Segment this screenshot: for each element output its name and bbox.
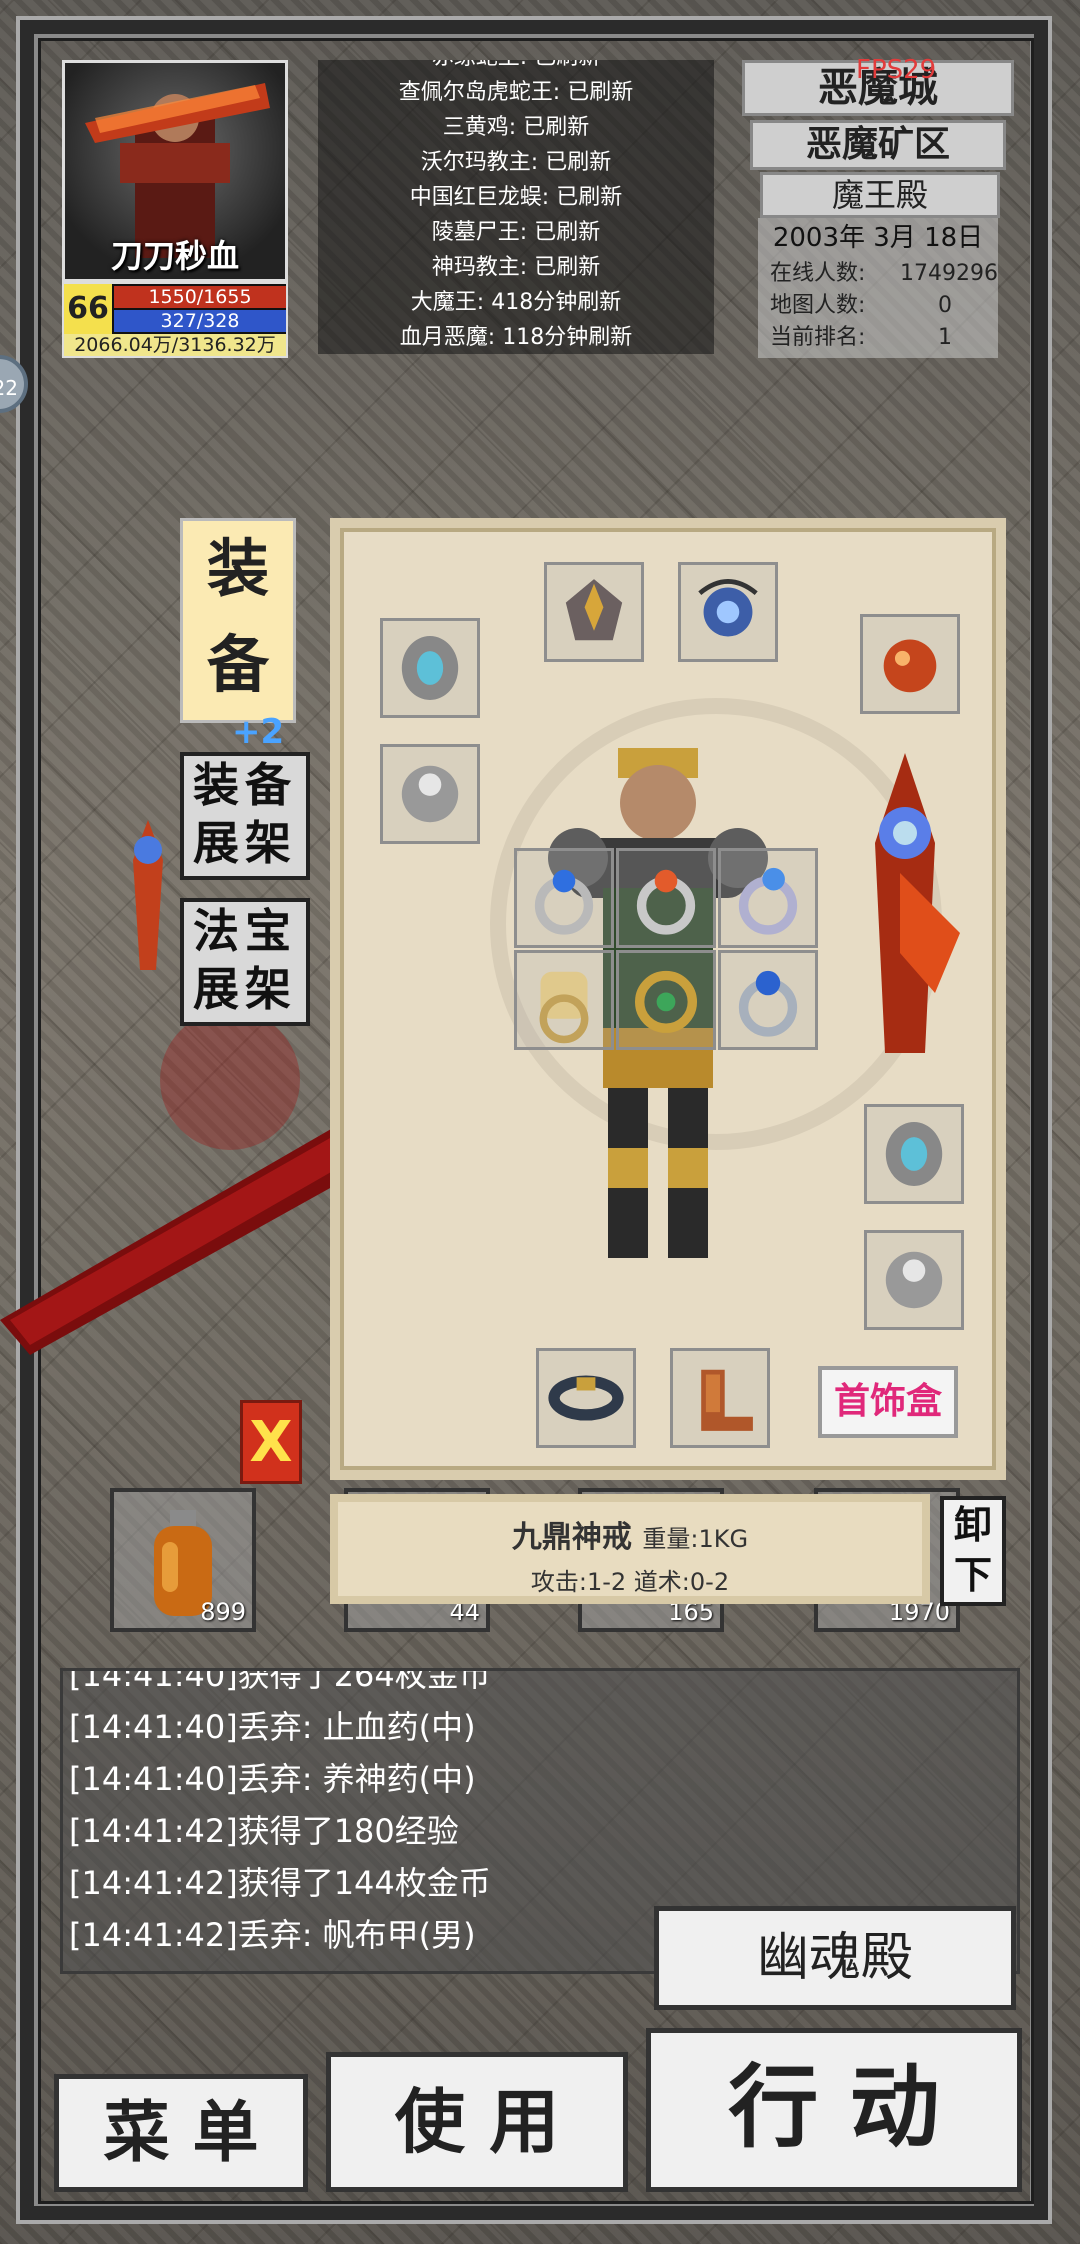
- ring-icon: [634, 970, 698, 1033]
- ring-slot-6[interactable]: [718, 950, 818, 1050]
- log-line: [14:41:40]丢弃: 止血药(中): [69, 1708, 476, 1746]
- necklace-icon: [698, 579, 758, 637]
- rank-value: 1: [938, 325, 952, 350]
- quick-slot-count: 899: [200, 1598, 246, 1626]
- belt-slot[interactable]: [536, 1348, 636, 1448]
- log-line: [14:41:40]丢弃: 养神药(中): [69, 1760, 476, 1798]
- glove-icon: [885, 1122, 943, 1186]
- ring-slot-4[interactable]: [514, 950, 614, 1050]
- boss-item: 查佩尔岛虎蛇王: 已刷新: [398, 80, 634, 105]
- equipment-panel: 首饰盒: [330, 518, 1006, 1480]
- player-name: 刀刀秒血: [110, 237, 239, 275]
- rank-label: 当前排名:: [770, 325, 866, 350]
- quick-slot-1[interactable]: 899: [110, 1488, 256, 1632]
- action-button[interactable]: 行 动: [646, 2028, 1022, 2192]
- player-level: 66: [64, 284, 112, 334]
- boss-item: 大魔王: 418分钟刷新: [410, 290, 622, 315]
- tab-equipment-char: 装: [206, 532, 269, 605]
- boss-item: 三黄鸡: 已刷新: [442, 115, 590, 140]
- hp-bar: 1550/1655: [114, 286, 286, 308]
- treasure-rack-label: 展架: [193, 962, 297, 1016]
- boss-item: 赤练蛇王: 已刷新: [318, 60, 714, 75]
- ring-icon: [534, 869, 594, 935]
- log-line: [14:41:40]获得了264枚金币: [69, 1668, 491, 1694]
- log-line: [14:41:42]获得了144枚金币: [69, 1864, 491, 1902]
- item-info-panel: 九鼎神戒 重量:1KG 攻击:1-2 道术:0-2: [330, 1494, 930, 1604]
- location-area[interactable]: 恶魔矿区: [750, 120, 1006, 170]
- glove-right-slot[interactable]: [864, 1230, 964, 1330]
- belt-icon: [548, 1375, 624, 1421]
- menu-button[interactable]: 菜 单: [54, 2074, 308, 2192]
- item-stats: 攻击:1-2 道术:0-2: [530, 1568, 730, 1596]
- map-players-label: 地图人数:: [770, 293, 866, 318]
- ring-icon: [636, 869, 696, 935]
- game-date: 2003年 3月 18日: [772, 223, 984, 253]
- ring-icon: [738, 970, 798, 1037]
- equip-rack-label: 装备: [193, 758, 297, 812]
- equip-rack-button[interactable]: 装备 展架: [180, 752, 310, 880]
- left-weapon-icon: [133, 820, 163, 970]
- unequip-label: 卸: [953, 1503, 992, 1547]
- close-button[interactable]: X: [240, 1400, 302, 1484]
- enhance-badge: +2: [232, 712, 285, 752]
- bracelet-icon: [401, 636, 459, 700]
- ring-slot-5[interactable]: [616, 950, 716, 1050]
- tab-equipment[interactable]: 装 备: [180, 518, 296, 723]
- online-value: 1749296: [900, 261, 998, 286]
- boss-item: 血月恶魔: 118分钟刷新: [399, 325, 633, 350]
- bracelet-icon: [401, 765, 459, 823]
- exp-bar: 2066.04万/3136.32万: [64, 334, 286, 356]
- use-button[interactable]: 使 用: [326, 2052, 628, 2192]
- location-map[interactable]: 魔王殿: [760, 172, 1000, 218]
- ring-slot-1[interactable]: [514, 848, 614, 948]
- unequip-button[interactable]: 卸 下: [940, 1496, 1006, 1606]
- treasure-rack-label: 法宝: [193, 904, 297, 958]
- player-portrait[interactable]: 刀刀秒血: [62, 60, 288, 282]
- item-name: 九鼎神戒: [511, 1520, 632, 1555]
- fps-counter: FPS29: [856, 55, 937, 85]
- helmet-slot[interactable]: [544, 562, 644, 662]
- boss-item: 陵墓尸王: 已刷新: [431, 220, 601, 245]
- online-label: 在线人数:: [770, 261, 866, 286]
- bracelet-left-slot[interactable]: [380, 618, 480, 718]
- boots-icon: [701, 1369, 753, 1431]
- boss-item: 沃尔玛教主: 已刷新: [420, 150, 612, 175]
- boss-refresh-list[interactable]: 赤练蛇王: 已刷新 查佩尔岛虎蛇王: 已刷新 三黄鸡: 已刷新 沃尔玛教主: 已…: [318, 60, 714, 354]
- player-stats: 66 1550/1655 327/328 2066.04万/3136.32万: [62, 282, 288, 358]
- log-line: [14:41:42]获得了180经验: [69, 1812, 459, 1850]
- medal-slot[interactable]: [860, 614, 960, 714]
- ring-icon: [738, 867, 798, 935]
- boots-slot[interactable]: [670, 1348, 770, 1448]
- glove-left-slot[interactable]: [864, 1104, 964, 1204]
- boss-item: 神玛教主: 已刷新: [431, 255, 601, 280]
- glove-icon: [885, 1251, 943, 1309]
- server-info: 2003年 3月 18日 在线人数: 1749296 地图人数: 0 当前排名: 1: [758, 218, 998, 358]
- ring-slot-3[interactable]: [718, 848, 818, 948]
- teleport-button[interactable]: 幽魂殿: [654, 1906, 1016, 2010]
- necklace-slot[interactable]: [678, 562, 778, 662]
- mp-bar: 327/328: [114, 310, 286, 332]
- item-weight: 重量:1KG: [642, 1525, 749, 1553]
- map-players-value: 0: [938, 293, 952, 318]
- ring-icon: [539, 971, 589, 1044]
- helmet-icon: [565, 579, 623, 641]
- ring-slot-2[interactable]: [616, 848, 716, 948]
- jewelry-box-button[interactable]: 首饰盒: [818, 1366, 958, 1438]
- tab-equipment-char: 备: [206, 628, 269, 701]
- bracelet-right-slot[interactable]: [380, 744, 480, 844]
- unequip-label: 下: [953, 1553, 992, 1597]
- boss-item: 中国红巨龙蜈: 已刷新: [409, 185, 623, 210]
- orb-icon: [883, 639, 937, 693]
- equipped-weapon-icon[interactable]: [840, 753, 970, 1063]
- equip-rack-label: 展架: [193, 816, 297, 870]
- treasure-rack-button[interactable]: 法宝 展架: [180, 898, 310, 1026]
